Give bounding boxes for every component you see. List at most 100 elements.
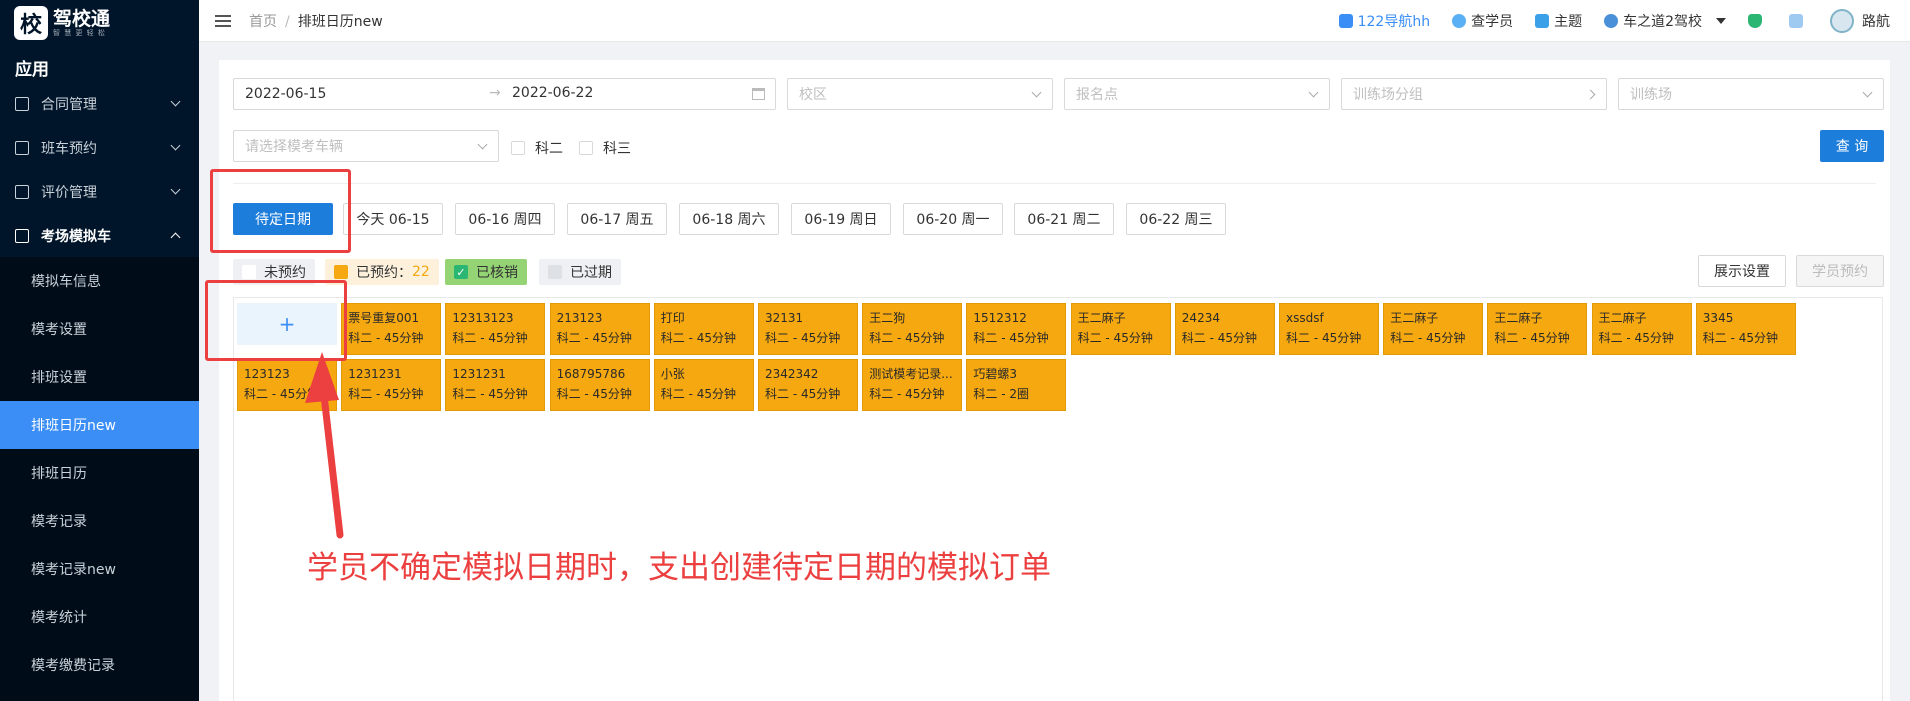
chevron-down-icon bbox=[1308, 87, 1319, 98]
tab-date[interactable]: 06-19 周日 bbox=[791, 203, 891, 235]
top-header: 首页 / 排班日历new 122导航hh 查学员 主题 车之道2驾校 路航 bbox=[199, 0, 1910, 42]
legend-swatch bbox=[548, 265, 562, 279]
sidebar-item-simcar-info[interactable]: 模拟车信息 bbox=[0, 257, 199, 305]
lookup-student-button[interactable]: 查学员 bbox=[1452, 11, 1513, 31]
user-menu[interactable]: 路航 bbox=[1830, 9, 1890, 33]
subject3-checkbox[interactable]: 科三 bbox=[579, 138, 631, 158]
order-detail: 科二 - 45分钟 bbox=[348, 387, 424, 401]
checkbox-box bbox=[579, 141, 593, 155]
student-booking-button[interactable]: 学员预约 bbox=[1796, 255, 1884, 287]
booked-count: 22 bbox=[412, 264, 430, 280]
browser-icon bbox=[1338, 14, 1353, 28]
order-card[interactable]: 王二麻子科二 - 45分钟 bbox=[1591, 303, 1692, 355]
car-icon bbox=[15, 229, 29, 243]
tab-date[interactable]: 06-22 周三 bbox=[1126, 203, 1226, 235]
order-card[interactable]: 1512312 科二 - 45分钟 bbox=[966, 303, 1067, 355]
calendar-icon bbox=[752, 88, 765, 100]
tab-date[interactable]: 06-17 周五 bbox=[567, 203, 667, 235]
order-card[interactable]: 3345 科二 - 45分钟 bbox=[1695, 303, 1796, 355]
order-card[interactable]: 王二麻子 科二 - 45分钟 bbox=[1487, 303, 1588, 355]
order-card[interactable]: 王二狗 科二 - 45分钟 bbox=[862, 303, 963, 355]
display-settings-button[interactable]: 展示设置 bbox=[1698, 255, 1786, 287]
range-arrow-icon: → bbox=[489, 85, 501, 101]
order-card[interactable]: 1231231 科二 - 45分钟 bbox=[341, 359, 442, 411]
breadcrumb: 首页 / 排班日历new bbox=[249, 11, 383, 31]
order-card[interactable]: 小张 科二 - 45分钟 bbox=[653, 359, 754, 411]
order-card[interactable]: 1231231 科二 - 45分钟 bbox=[445, 359, 546, 411]
order-card[interactable]: 王二麻子 科二 - 45分钟 bbox=[1383, 303, 1484, 355]
logo-subtitle: 智 慧 更 轻 松 bbox=[53, 28, 106, 37]
tab-date[interactable]: 06-21 周二 bbox=[1014, 203, 1114, 235]
menu-shuttle-booking[interactable]: 班车预约 bbox=[0, 126, 199, 170]
sidebar-item-mock-payments[interactable]: 模考缴费记录 bbox=[0, 641, 199, 689]
order-card[interactable]: 168795786 科二 - 45分钟 bbox=[549, 359, 650, 411]
chevron-up-icon bbox=[170, 232, 181, 243]
query-button[interactable]: 查 询 bbox=[1820, 130, 1884, 162]
nav-link-122[interactable]: 122导航hh bbox=[1338, 11, 1430, 31]
menu-exam-simulator[interactable]: 考场模拟车 bbox=[0, 214, 199, 258]
screen-button[interactable] bbox=[1789, 14, 1808, 28]
sidebar-item-mock-settings[interactable]: 模考设置 bbox=[0, 305, 199, 353]
legend-swatch bbox=[334, 265, 348, 279]
sidebar: 校 驾校通 智 慧 更 轻 松 应用 合同管理 班车预约 评价管理 考场模拟车 … bbox=[0, 0, 199, 701]
training-field-select[interactable]: 训练场 bbox=[1618, 78, 1884, 110]
order-detail: 科二 - 45分钟 bbox=[452, 387, 528, 401]
order-detail: 科二 - 45分钟 bbox=[1598, 331, 1674, 345]
order-card[interactable]: 票号重复001 科二 - 45分钟 bbox=[341, 303, 442, 355]
annotation-box bbox=[205, 280, 347, 361]
caret-down-icon bbox=[1716, 18, 1726, 24]
order-detail: 科二 - 45分钟 bbox=[452, 331, 528, 345]
menu-fold-icon[interactable] bbox=[215, 14, 231, 27]
chevron-down-icon bbox=[1031, 87, 1042, 98]
sidebar-item-mock-stats[interactable]: 模考统计 bbox=[0, 593, 199, 641]
network-icon bbox=[1604, 14, 1619, 28]
sidebar-item-schedule-calendar-new[interactable]: 排班日历new bbox=[0, 401, 199, 449]
order-card[interactable]: 32131 科二 - 45分钟 bbox=[758, 303, 858, 355]
sidebar-item-mock-records[interactable]: 模考记录 bbox=[0, 497, 199, 545]
subject2-checkbox[interactable]: 科二 bbox=[511, 138, 563, 158]
order-name: 王二麻子 bbox=[1598, 311, 1647, 325]
main-panel: 2022-06-15 → 2022-06-22 校区 报名点 训练场分组 训练场… bbox=[219, 60, 1890, 701]
tab-date[interactable]: 06-20 周一 bbox=[903, 203, 1003, 235]
order-detail: 科二 - 45分钟 bbox=[1494, 331, 1570, 345]
tab-date[interactable]: 06-18 周六 bbox=[679, 203, 779, 235]
order-card[interactable]: 打印 科二 - 45分钟 bbox=[653, 303, 754, 355]
school-selector[interactable]: 车之道2驾校 bbox=[1604, 11, 1726, 31]
sidebar-item-mock-records-new[interactable]: 模考记录new bbox=[0, 545, 199, 593]
order-card[interactable]: 123123 科二 - 45分钟 bbox=[237, 359, 337, 411]
theme-button[interactable]: 主题 bbox=[1535, 11, 1582, 31]
tab-date[interactable]: 06-16 周四 bbox=[455, 203, 555, 235]
signup-point-select[interactable]: 报名点 bbox=[1064, 78, 1330, 110]
search-icon bbox=[1452, 14, 1467, 28]
order-card[interactable]: 巧碧螺3 科二 - 2圈 bbox=[966, 359, 1067, 411]
date-range-picker[interactable]: 2022-06-15 → 2022-06-22 bbox=[233, 78, 776, 110]
order-card[interactable]: 213123 科二 - 45分钟 bbox=[549, 303, 650, 355]
sidebar-item-schedule-settings[interactable]: 排班设置 bbox=[0, 353, 199, 401]
campus-select[interactable]: 校区 bbox=[787, 78, 1053, 110]
field-group-cascader[interactable]: 训练场分组 bbox=[1341, 78, 1607, 110]
monitor-icon bbox=[1789, 14, 1803, 28]
document-icon bbox=[15, 97, 29, 111]
menu-review-management[interactable]: 评价管理 bbox=[0, 170, 199, 214]
tab-date[interactable]: 今天 06-15 bbox=[343, 203, 443, 235]
logo-title: 驾校通 bbox=[53, 7, 111, 30]
order-card[interactable]: 2342342 科二 - 45分钟 bbox=[758, 359, 858, 411]
security-button[interactable] bbox=[1748, 14, 1767, 28]
shield-icon bbox=[1748, 14, 1762, 28]
order-detail: 科二 - 45分钟 bbox=[869, 331, 945, 345]
chevron-down-icon bbox=[170, 96, 181, 107]
vehicle-select[interactable]: 请选择模考车辆 bbox=[233, 130, 499, 162]
order-card[interactable]: 24234 科二 - 45分钟 bbox=[1174, 303, 1275, 355]
order-card[interactable]: 12313123 科二 - 45分钟 bbox=[445, 303, 546, 355]
order-name: 票号重复001 bbox=[348, 311, 420, 325]
order-card[interactable]: xssdsf 科二 - 45分钟 bbox=[1279, 303, 1379, 355]
order-card[interactable]: 测试模考记录... 科二 - 45分钟 bbox=[862, 359, 963, 411]
order-name: 2342342 bbox=[765, 367, 819, 381]
order-card[interactable]: 王二麻子 科二 - 45分钟 bbox=[1070, 303, 1171, 355]
order-name: 王二麻子 bbox=[1390, 311, 1439, 325]
menu-contract-management[interactable]: 合同管理 bbox=[0, 82, 199, 126]
chevron-down-icon bbox=[477, 139, 488, 150]
sidebar-item-schedule-calendar[interactable]: 排班日历 bbox=[0, 449, 199, 497]
order-detail: 科二 - 45分钟 bbox=[244, 387, 320, 401]
breadcrumb-home[interactable]: 首页 bbox=[249, 14, 277, 30]
